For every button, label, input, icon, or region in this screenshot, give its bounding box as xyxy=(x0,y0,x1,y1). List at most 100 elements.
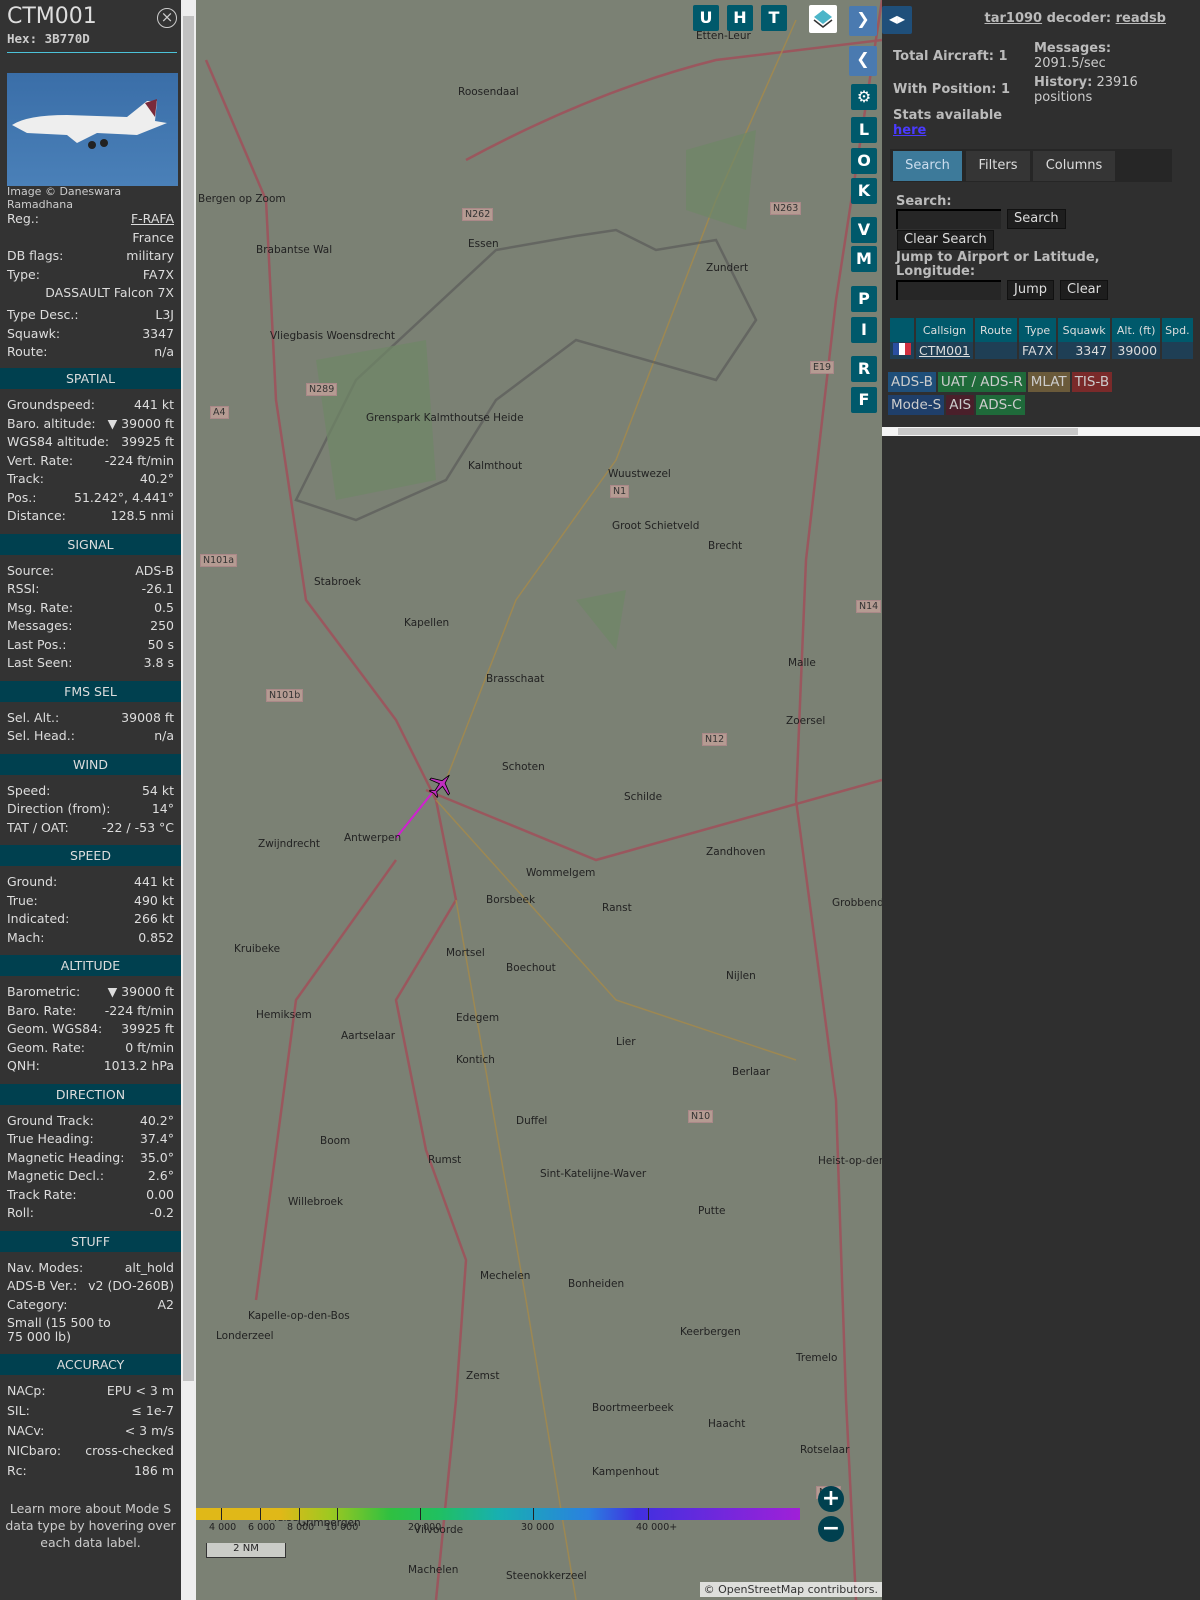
jump-button[interactable]: Jump xyxy=(1007,280,1054,300)
tab-filters[interactable]: Filters xyxy=(966,151,1030,181)
data-label[interactable]: Magnetic Decl.: xyxy=(7,1167,104,1185)
source-badge[interactable]: MLAT xyxy=(1027,372,1070,392)
osm-link[interactable]: OpenStreetMap xyxy=(718,1583,804,1596)
readsb-link[interactable]: readsb xyxy=(1116,11,1166,26)
data-label[interactable]: Msg. Rate: xyxy=(7,599,73,617)
data-label[interactable]: Source: xyxy=(7,562,54,580)
data-label[interactable]: Distance: xyxy=(7,507,66,525)
scrollbar-thumb[interactable] xyxy=(898,428,1078,435)
map-button-l[interactable]: L xyxy=(851,117,877,143)
data-label[interactable]: Direction (from): xyxy=(7,800,111,818)
search-input[interactable] xyxy=(896,209,1001,229)
callsign-link[interactable]: CTM001 xyxy=(919,343,970,358)
tab-columns[interactable]: Columns xyxy=(1033,151,1115,181)
map-button-k[interactable]: K xyxy=(851,178,877,204)
column-header[interactable]: Callsign xyxy=(916,318,974,342)
column-header[interactable]: Type xyxy=(1019,318,1057,342)
aircraft-photo[interactable] xyxy=(7,73,178,186)
data-label[interactable]: Last Pos.: xyxy=(7,636,66,654)
map-button-v[interactable]: V xyxy=(851,217,877,243)
road-label: N101b xyxy=(266,689,304,702)
table-scrollbar[interactable] xyxy=(882,427,1200,436)
column-header[interactable]: Spd. xyxy=(1162,318,1193,342)
data-label[interactable]: Pos.: xyxy=(7,489,36,507)
data-label[interactable]: Geom. Rate: xyxy=(7,1039,85,1057)
layers-button[interactable] xyxy=(809,5,837,33)
source-badge[interactable]: ADS-B xyxy=(888,372,936,392)
map-button-f[interactable]: F xyxy=(851,387,877,413)
data-label[interactable]: SIL: xyxy=(7,1402,30,1420)
data-label[interactable]: Category: xyxy=(7,1296,67,1314)
stats-link[interactable]: here xyxy=(893,123,1002,138)
data-label[interactable]: TAT / OAT: xyxy=(7,819,69,837)
data-label[interactable]: Baro. altitude: xyxy=(7,415,96,433)
scrollbar-thumb[interactable] xyxy=(183,16,194,1381)
expand-panel-button[interactable]: ❯ xyxy=(849,6,877,36)
map-button-m[interactable]: M xyxy=(851,246,877,272)
column-header[interactable]: Alt. (ft) xyxy=(1112,318,1161,342)
data-label[interactable]: NACv: xyxy=(7,1422,44,1440)
jump-input[interactable] xyxy=(896,280,1001,300)
data-label[interactable]: Vert. Rate: xyxy=(7,452,73,470)
settings-button[interactable]: ⚙ xyxy=(851,84,877,110)
data-label[interactable]: Magnetic Heading: xyxy=(7,1149,124,1167)
map-button-r[interactable]: R xyxy=(851,356,877,382)
data-label[interactable]: Speed: xyxy=(7,782,50,800)
toggle-sidebar-button[interactable]: ◂▸ xyxy=(882,6,912,34)
source-badge[interactable]: Mode-S xyxy=(888,395,945,415)
data-row: Direction (from): 14° xyxy=(7,800,174,818)
data-label[interactable]: ADS-B Ver.: xyxy=(7,1277,77,1295)
map-button-t[interactable]: T xyxy=(761,5,787,31)
data-label[interactable]: Sel. Head.: xyxy=(7,727,75,745)
data-label[interactable]: Rc: xyxy=(7,1462,27,1480)
source-badge[interactable]: ADS-C xyxy=(976,395,1025,415)
source-badge[interactable]: UAT / ADS-R xyxy=(937,372,1026,392)
collapse-panel-button[interactable]: ❮ xyxy=(849,46,877,76)
tar1090-link[interactable]: tar1090 xyxy=(985,11,1043,26)
source-badge[interactable]: AIS xyxy=(946,395,975,415)
search-button[interactable]: Search xyxy=(1007,209,1066,229)
map-button-o[interactable]: O xyxy=(851,148,877,174)
data-label[interactable]: NACp: xyxy=(7,1382,46,1400)
map[interactable]: Etten-Leur Roosendaal Bergen op Zoom Essen Z… xyxy=(196,0,882,1600)
data-label[interactable]: Sel. Alt.: xyxy=(7,709,59,727)
map-button-p[interactable]: P xyxy=(851,286,877,312)
table-row[interactable]: CTM001 FA7X 3347 39000 xyxy=(890,342,1193,359)
data-label[interactable]: Barometric: xyxy=(7,983,80,1001)
data-label[interactable]: Roll: xyxy=(7,1204,34,1222)
data-label[interactable]: True: xyxy=(7,892,38,910)
data-label[interactable]: WGS84 altitude: xyxy=(7,433,109,451)
close-icon[interactable]: × xyxy=(157,8,177,28)
aircraft-marker-icon[interactable] xyxy=(426,770,456,800)
data-label[interactable]: Groundspeed: xyxy=(7,396,95,414)
data-label[interactable]: Mach: xyxy=(7,929,44,947)
registration-link[interactable]: F-RAFA xyxy=(131,210,174,228)
map-button-i[interactable]: I xyxy=(851,317,877,343)
data-label[interactable]: QNH: xyxy=(7,1057,40,1075)
data-label[interactable]: Messages: xyxy=(7,617,73,635)
data-label[interactable]: Ground Track: xyxy=(7,1112,94,1130)
map-button-h[interactable]: H xyxy=(727,5,753,31)
data-label[interactable]: Baro. Rate: xyxy=(7,1002,76,1020)
zoom-in-button[interactable]: + xyxy=(818,1486,844,1512)
data-label[interactable]: True Heading: xyxy=(7,1130,94,1148)
map-button-u[interactable]: U xyxy=(693,5,719,31)
data-label[interactable]: NICbaro: xyxy=(7,1442,61,1460)
data-label[interactable]: Track: xyxy=(7,470,44,488)
data-label[interactable]: Track Rate: xyxy=(7,1186,77,1204)
data-label[interactable]: Nav. Modes: xyxy=(7,1259,83,1277)
source-badge[interactable]: TIS-B xyxy=(1071,372,1113,392)
clear-button[interactable]: Clear xyxy=(1060,280,1108,300)
column-header[interactable]: Squawk xyxy=(1058,318,1111,342)
data-label[interactable]: Indicated: xyxy=(7,910,69,928)
column-header[interactable] xyxy=(890,318,914,342)
zoom-out-button[interactable]: − xyxy=(818,1516,844,1542)
tab-search[interactable]: Search xyxy=(893,151,962,181)
data-label[interactable]: RSSI: xyxy=(7,580,39,598)
data-label[interactable]: Ground: xyxy=(7,873,57,891)
column-header[interactable]: Route xyxy=(975,318,1018,342)
data-label[interactable]: Last Seen: xyxy=(7,654,72,672)
data-label[interactable]: Geom. WGS84: xyxy=(7,1020,102,1038)
clear-search-button[interactable]: Clear Search xyxy=(897,230,994,250)
left-panel-scrollbar[interactable] xyxy=(181,0,196,1600)
